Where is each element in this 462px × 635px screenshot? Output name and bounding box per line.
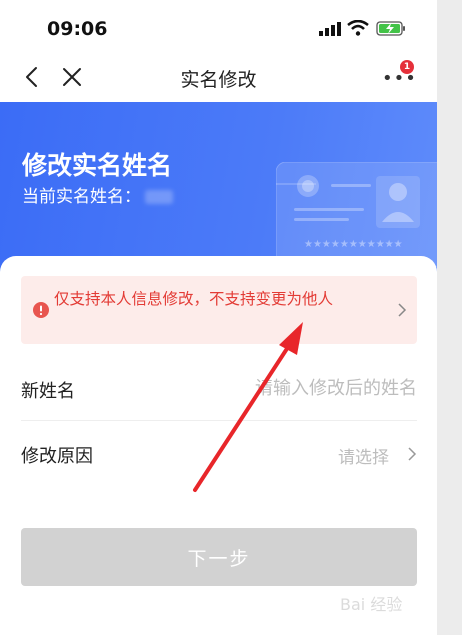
new-name-label: 新姓名 xyxy=(21,381,75,402)
new-name-row: 新姓名 xyxy=(21,357,417,421)
reason-select-placeholder: 请选择 xyxy=(338,448,389,468)
current-name-value-blurred xyxy=(145,190,173,204)
svg-text:Bai 经验: Bai 经验 xyxy=(340,595,402,614)
reason-label: 修改原因 xyxy=(21,446,93,467)
signal-icon xyxy=(319,22,341,36)
wifi-icon xyxy=(347,20,369,36)
right-gutter xyxy=(437,0,462,635)
more-menu-button[interactable]: ••• 1 xyxy=(380,60,417,90)
form-card: 仅支持本人信息修改，不支持变更为他人 新姓名 修改原因 请选择 下一步 xyxy=(0,256,437,635)
reason-select-row[interactable]: 修改原因 请选择 xyxy=(21,422,417,486)
chevron-right-icon xyxy=(398,303,407,317)
nav-bar: 实名修改 ••• 1 xyxy=(0,52,437,102)
battery-charging-icon xyxy=(376,21,405,36)
next-step-button[interactable]: 下一步 xyxy=(21,528,417,586)
hero-title: 修改实名姓名 xyxy=(22,151,173,180)
more-dots-icon: ••• xyxy=(382,68,417,89)
notice-banner[interactable]: 仅支持本人信息修改，不支持变更为他人 xyxy=(21,276,417,344)
current-name-row: 当前实名姓名： xyxy=(22,182,173,207)
alert-icon xyxy=(33,302,49,318)
status-time: 09:06 xyxy=(47,18,108,40)
id-card-illustration: ★★★★★★★★★★★ xyxy=(276,162,437,267)
chevron-right-icon xyxy=(408,447,417,461)
phone-screen: 09:06 实名修改 ••• 1 修改实名姓名 当前实名姓名： ★★★★★★★★… xyxy=(0,0,437,635)
new-name-input[interactable] xyxy=(177,371,417,405)
page-title: 实名修改 xyxy=(180,69,257,91)
svg-text:★★★★★★★★★★★: ★★★★★★★★★★★ xyxy=(304,239,403,250)
status-bar: 09:06 xyxy=(0,0,437,52)
notice-text: 仅支持本人信息修改，不支持变更为他人 xyxy=(54,290,334,308)
current-name-label: 当前实名姓名： xyxy=(22,187,141,207)
row-divider xyxy=(21,420,417,421)
baidu-jingyan-watermark-logo: Bai 经验 xyxy=(340,595,402,614)
notification-badge: 1 xyxy=(400,60,414,74)
